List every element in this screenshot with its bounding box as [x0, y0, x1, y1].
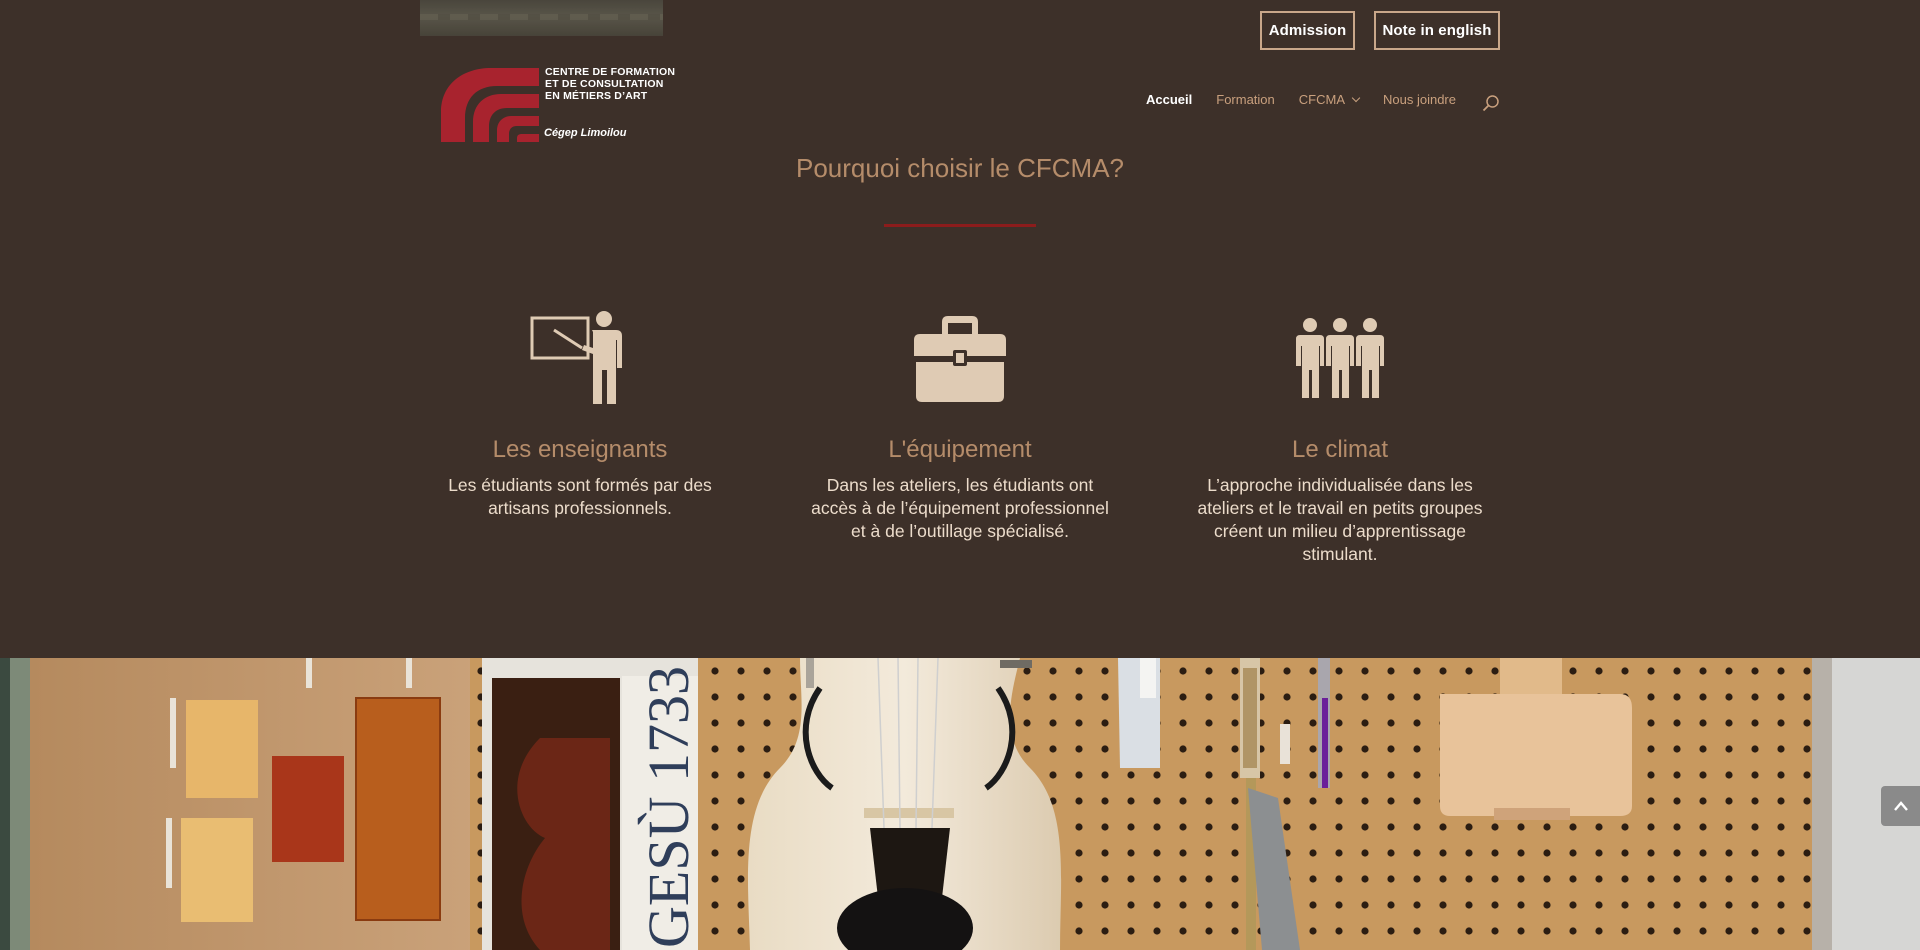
feature-equipment: L'équipement Dans les ateliers, les étud… [795, 310, 1125, 543]
main-nav: Accueil Formation CFCMA Nous joindre [1146, 92, 1480, 107]
logo-text: CENTRE DE FORMATION ET DE CONSULTATION E… [545, 66, 675, 102]
section-title: Pourquoi choisir le CFCMA? [795, 153, 1124, 183]
workshop-photo-image: GESÙ 1733 [0, 658, 1920, 950]
teacher-icon [530, 311, 622, 404]
logo-subtitle: Cégep Limoilou [544, 127, 627, 139]
toolbox-icon [914, 316, 1006, 402]
logo-line-1: CENTRE DE FORMATION [545, 66, 676, 78]
feature-climate: Le climat L’approche individualisée dans… [1175, 310, 1505, 566]
scroll-to-top-button[interactable] [1881, 786, 1920, 826]
nav-item-formation[interactable]: Formation [1216, 92, 1275, 107]
nav-item-cfcma[interactable]: CFCMA [1298, 92, 1361, 107]
feature-equipment-text: Dans les ateliers, les étudiants ont acc… [811, 475, 1109, 541]
feature-climate-text: L’approche individualisée dans les ateli… [1197, 475, 1483, 564]
feature-teachers-heading: Les enseignants [492, 436, 668, 463]
logo-line-2: ET DE CONSULTATION [545, 78, 664, 90]
nav-item-nous-joindre[interactable]: Nous joindre [1383, 92, 1456, 107]
logo-line-3: EN MÉTIERS D’ART [545, 90, 648, 102]
admission-button[interactable]: Admission [1260, 11, 1355, 50]
search-icon[interactable] [1482, 94, 1500, 112]
feature-teachers: Les enseignants Les étudiants sont formé… [415, 310, 745, 520]
feature-climate-heading: Le climat [1291, 436, 1389, 463]
feature-equipment-heading: L'équipement [888, 436, 1032, 463]
english-note-button[interactable]: Note in english [1374, 11, 1500, 50]
workshop-photo: GESÙ 1733 [0, 658, 1920, 950]
top-photo-strip [420, 0, 663, 36]
title-divider [884, 224, 1036, 227]
feature-teachers-text: Les étudiants sont formés par des artisa… [448, 475, 712, 518]
logo-mark [441, 68, 539, 142]
chevron-up-icon [1893, 801, 1908, 811]
poster-gesu-text: GESÙ 1733 [636, 666, 701, 948]
chevron-down-icon [1351, 93, 1361, 102]
group-icon [1296, 318, 1384, 398]
nav-item-cfcma-label: CFCMA [1298, 92, 1345, 107]
nav-item-accueil[interactable]: Accueil [1146, 92, 1192, 107]
page: Admission Note in english CENTRE DE FORM… [0, 0, 1920, 950]
